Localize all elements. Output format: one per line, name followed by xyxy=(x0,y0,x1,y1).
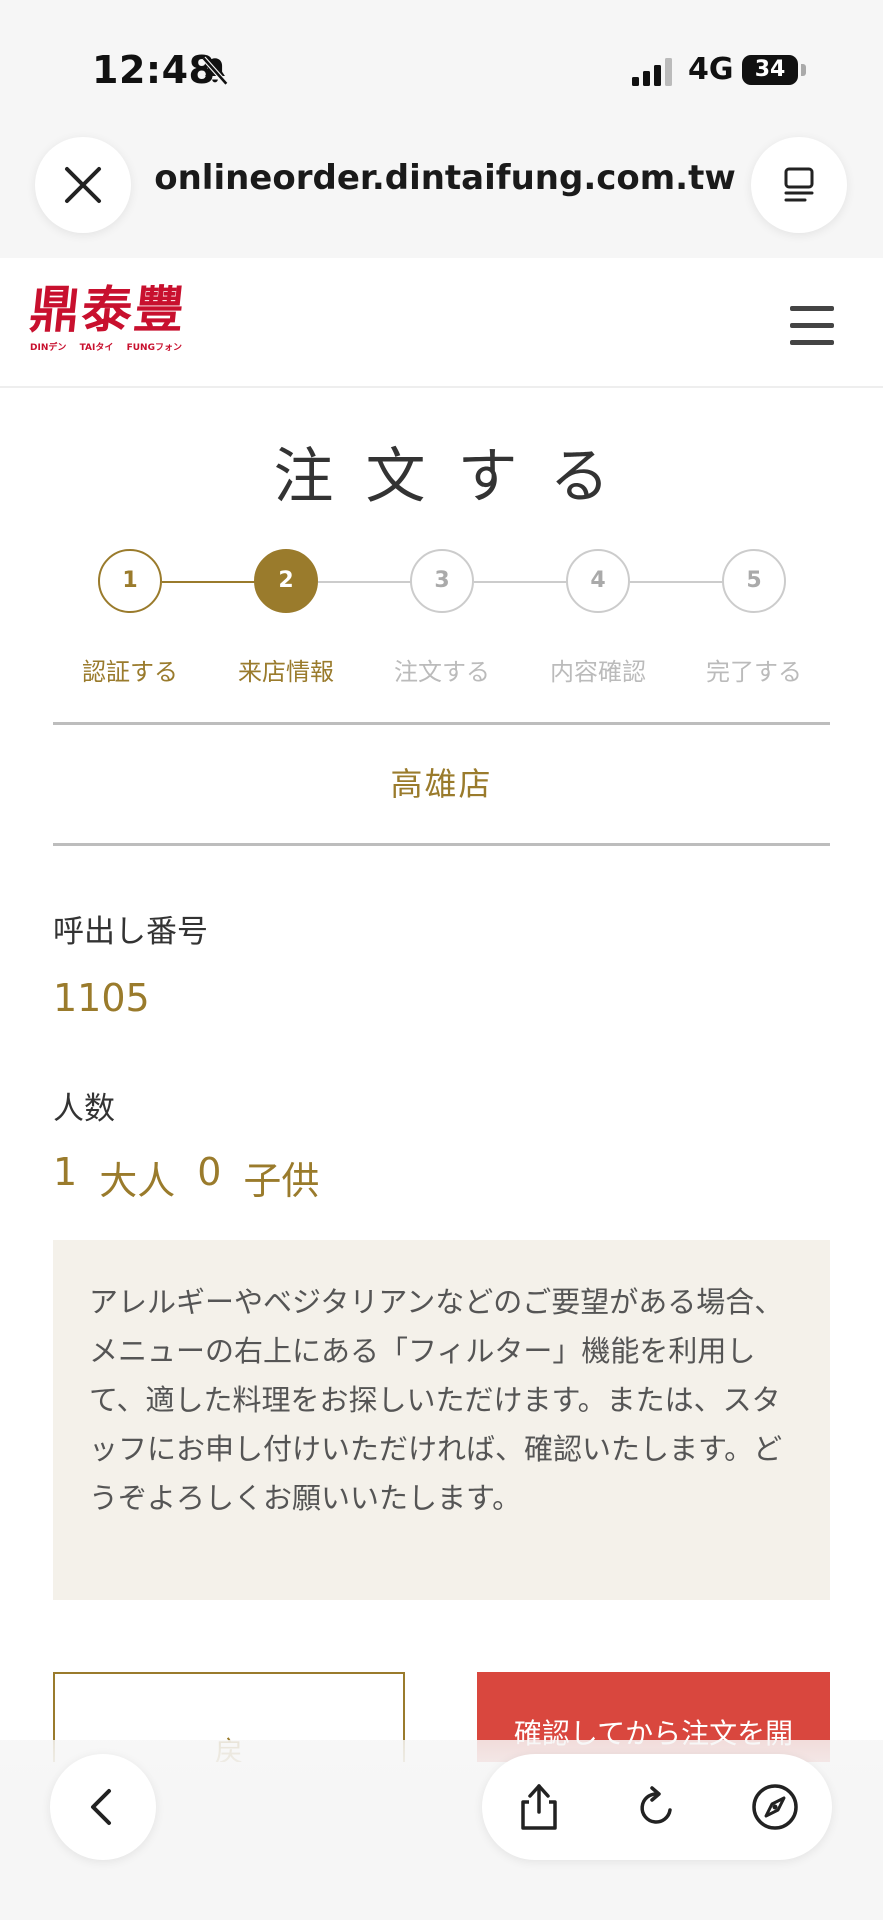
children-count: 0 xyxy=(197,1150,222,1194)
hamburger-menu-icon[interactable] xyxy=(790,306,834,346)
bell-off-icon xyxy=(201,56,229,86)
call-number-label: 呼出し番号 xyxy=(53,914,208,950)
cellular-signal-icon xyxy=(632,58,672,86)
party-size-value: 1 大人 0 子供 xyxy=(53,1150,319,1205)
logo-text: 鼎泰豐 xyxy=(26,280,190,339)
adults-label: 大人 xyxy=(99,1159,176,1203)
share-icon[interactable] xyxy=(512,1780,566,1834)
logo-romaji: DINデン TAIタイ FUNGフォン xyxy=(30,343,182,353)
battery-cap xyxy=(801,64,806,76)
step-2-circle: 2 xyxy=(254,549,318,613)
reader-mode-button[interactable] xyxy=(751,137,847,233)
page-title: 注文する xyxy=(273,442,642,512)
compass-icon[interactable] xyxy=(748,1780,802,1834)
allergy-notice-text: アレルギーやベジタリアンなどのご要望がある場合、メニューの右上にある「フィルター… xyxy=(89,1285,784,1515)
step-3-label: 注文する xyxy=(394,658,490,686)
step-1-circle: 1 xyxy=(98,549,162,613)
site-header: 鼎泰豐 DINデン TAIタイ FUNGフォン xyxy=(0,258,883,388)
stepper-line xyxy=(474,581,568,583)
stepper-line xyxy=(630,581,724,583)
stepper-line-done xyxy=(162,581,256,583)
browser-top-bar: 12:48 4G 34 onlineorder.dintaifung.com.t… xyxy=(0,0,883,258)
network-type: 4G xyxy=(688,52,734,87)
call-number-value: 1105 xyxy=(53,976,150,1020)
close-icon xyxy=(65,167,101,203)
step-5-label: 完了する xyxy=(706,658,802,686)
reload-icon[interactable] xyxy=(630,1780,684,1834)
allergy-notice-box: アレルギーやベジタリアンなどのご要望がある場合、メニューの右上にある「フィルター… xyxy=(53,1240,830,1600)
step-5-circle: 5 xyxy=(722,549,786,613)
step-2-label: 来店情報 xyxy=(238,658,334,686)
step-4-label: 内容確認 xyxy=(550,658,646,686)
children-label: 子供 xyxy=(243,1159,320,1203)
reader-mode-icon xyxy=(784,167,814,202)
stepper-line xyxy=(318,581,412,583)
step-1-label: 認証する xyxy=(82,658,178,686)
browser-back-button[interactable] xyxy=(50,1754,156,1860)
adults-count: 1 xyxy=(53,1150,78,1194)
chevron-left-icon xyxy=(91,1789,111,1825)
close-button[interactable] xyxy=(35,137,131,233)
status-time: 12:48 xyxy=(92,48,216,92)
step-3-circle: 3 xyxy=(410,549,474,613)
browser-tools xyxy=(482,1754,832,1860)
battery-indicator: 34 xyxy=(742,55,798,85)
brand-logo[interactable]: 鼎泰豐 DINデン TAIタイ FUNGフォン xyxy=(26,280,195,360)
url-bar[interactable]: onlineorder.dintaifung.com.tw xyxy=(150,158,740,198)
step-4-circle: 4 xyxy=(566,549,630,613)
store-block: 高雄店 xyxy=(53,722,830,846)
store-name: 高雄店 xyxy=(390,765,493,803)
party-size-label: 人数 xyxy=(53,1091,115,1127)
